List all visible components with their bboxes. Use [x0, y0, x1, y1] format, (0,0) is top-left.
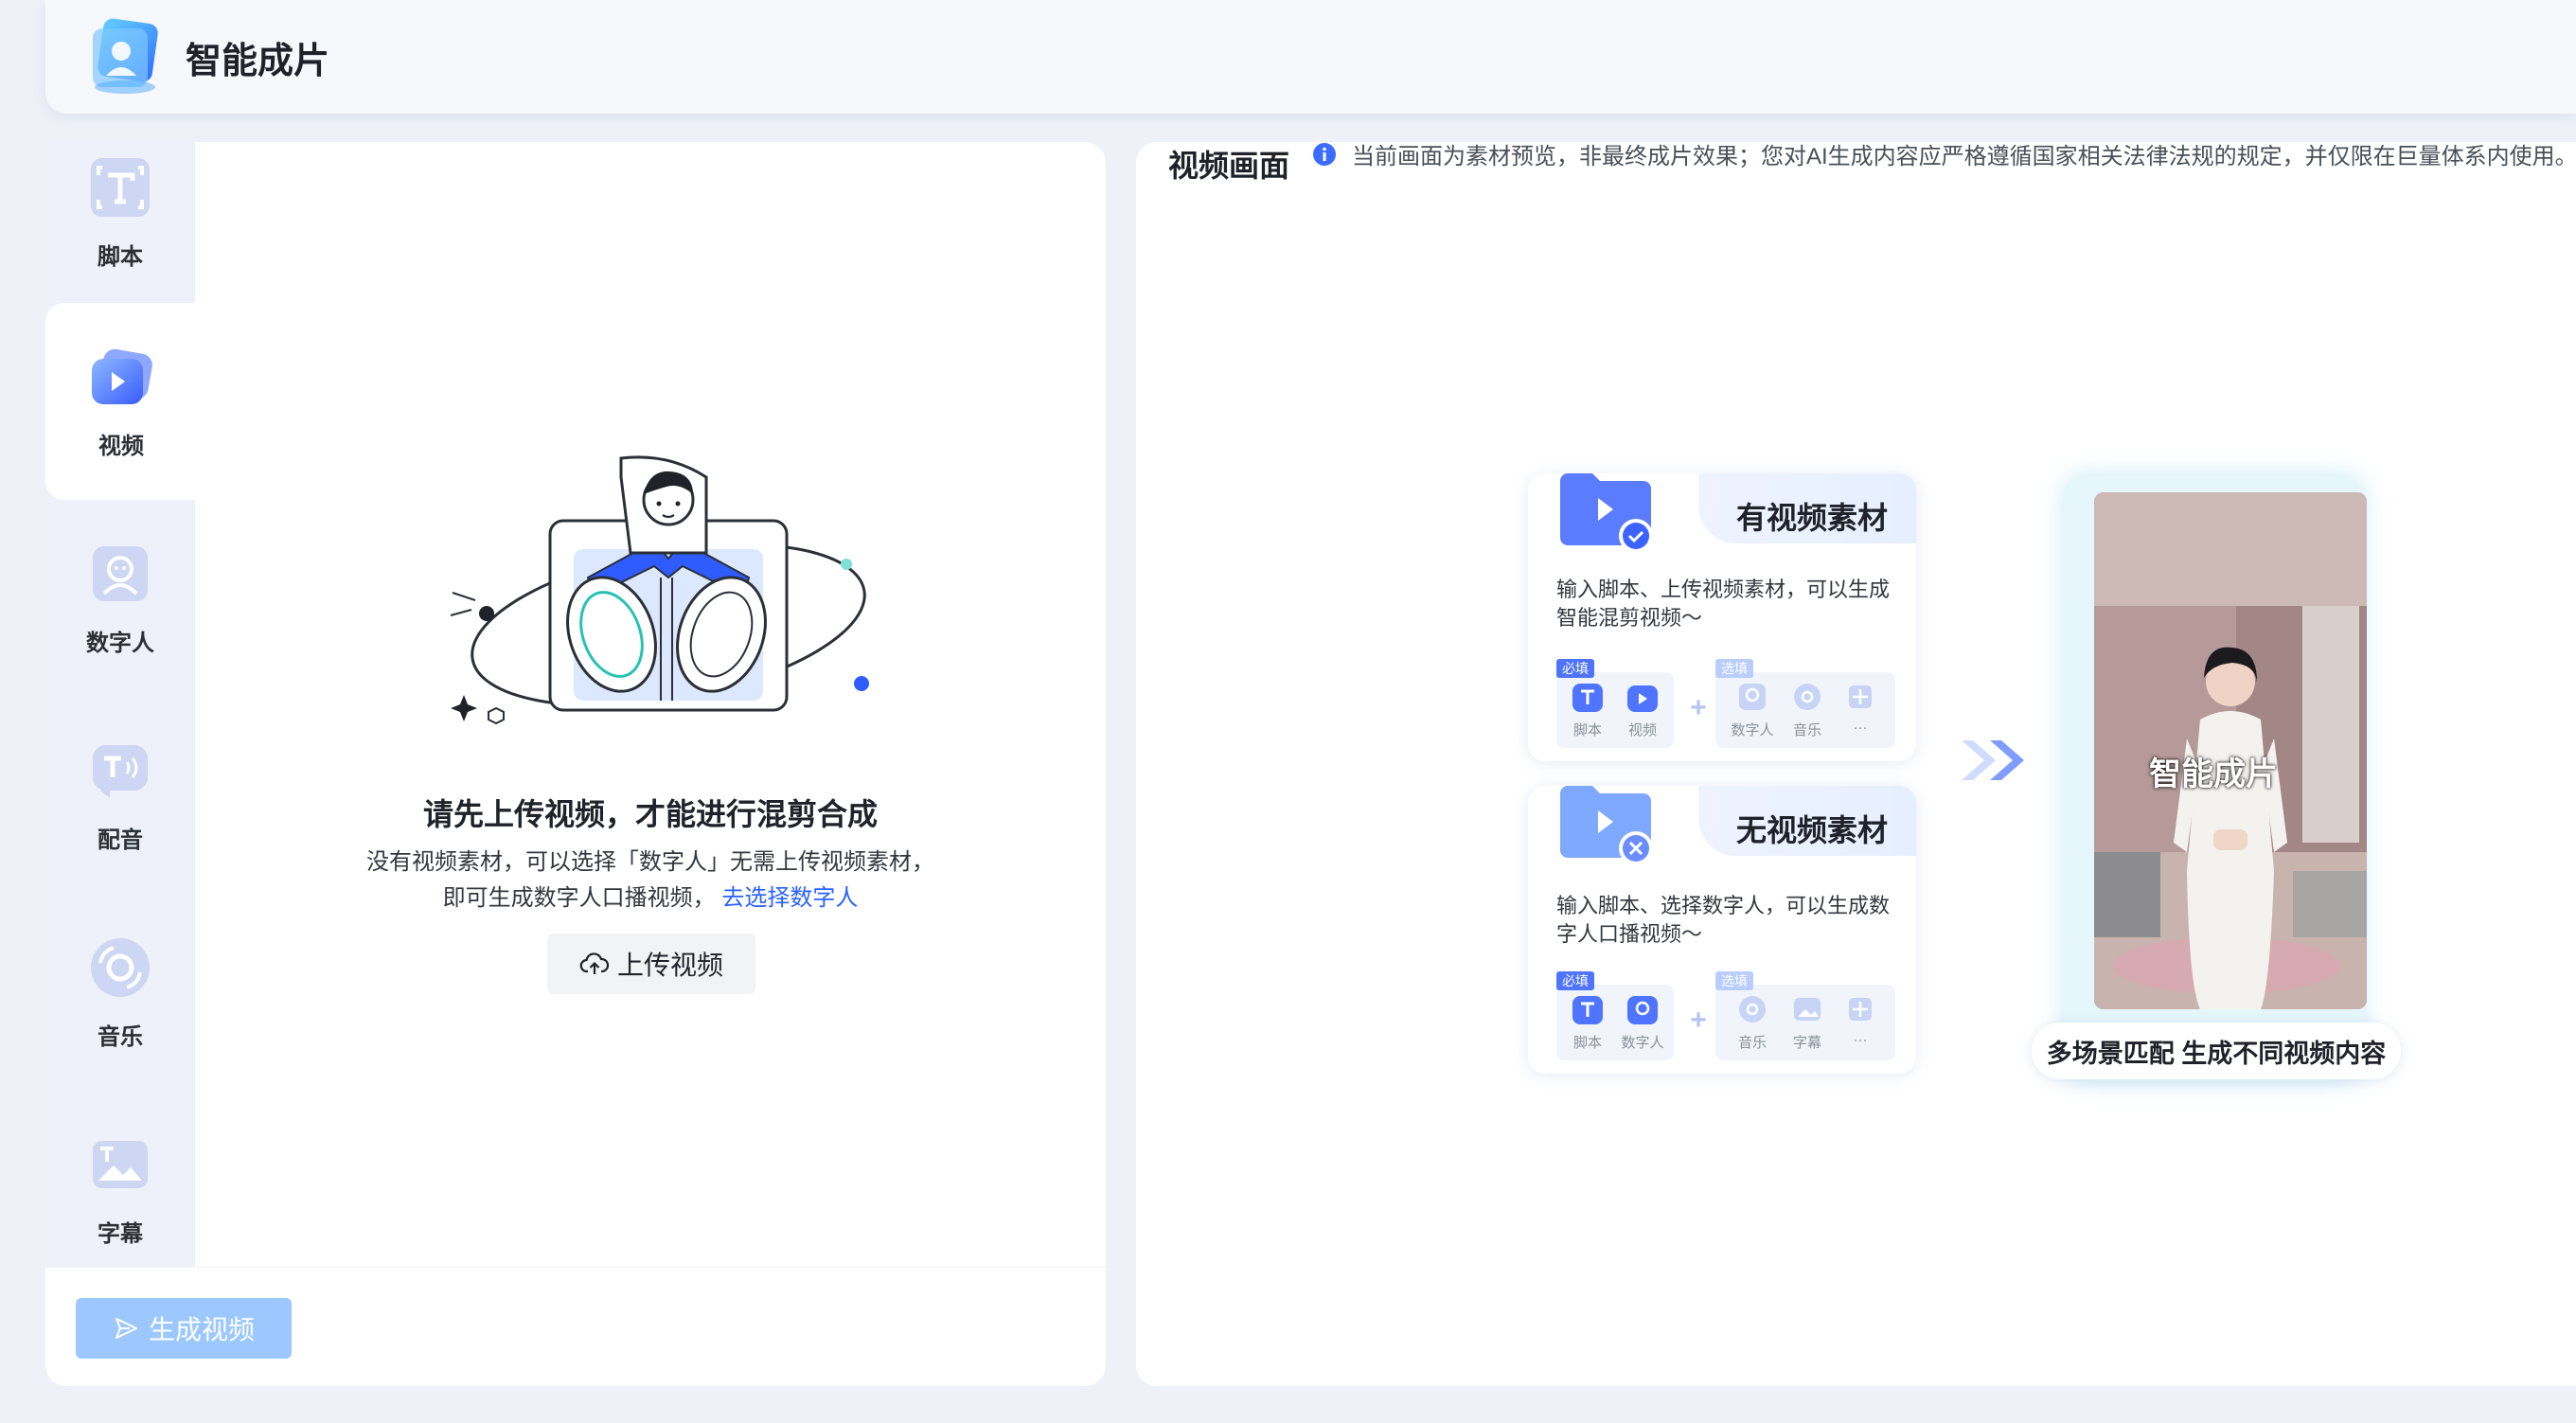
sidebar-item-dubbing[interactable]: 配音: [45, 697, 195, 894]
card-title: 有视频素材: [1735, 501, 1888, 535]
video-folder-check-icon: [1560, 473, 1653, 553]
send-icon: [115, 1318, 137, 1339]
card-with-video: 有视频素材 输入脚本、上传视频素材，可以生成智能混剪视频～ 必填 脚本 视频 +…: [1528, 473, 1916, 761]
video-folder-cross-icon: [1560, 786, 1653, 865]
sidebar-item-label: 配音: [98, 827, 143, 853]
chip-label: 音乐: [1792, 722, 1821, 738]
card-description: 输入脚本、上传视频素材，可以生成智能混剪视频～: [1556, 578, 1891, 630]
empty-state-description: 没有视频素材，可以选择「数字人」无需上传视频素材， 即可生成数字人口播视频， 去…: [195, 845, 1106, 916]
card-description: 输入脚本、选择数字人，可以生成数字人口播视频～: [1556, 894, 1891, 946]
app-root: 智能成片 脚本 视频 数字人 配音 音乐 字幕 请先上传视频，才能进行混剪合成 …: [0, 0, 2576, 1423]
sidebar-item-label: 音乐: [98, 1023, 143, 1050]
subtitle-icon: [1794, 998, 1821, 1021]
optional-slot: 选填 数字人 音乐 ···: [1715, 659, 1895, 748]
chip-video: 视频: [1619, 680, 1666, 739]
required-tag: 必填: [1556, 659, 1594, 678]
more-grid-icon: [1849, 685, 1872, 708]
sidebar-item-label: 视频: [98, 433, 144, 459]
optional-tag: 选填: [1715, 971, 1753, 990]
chip-more: ···: [1837, 992, 1884, 1048]
script-icon: [1572, 996, 1603, 1024]
app-title: 智能成片: [186, 41, 330, 81]
script-icon: [1572, 684, 1603, 712]
preview-subtitle: 多场景匹配 生成不同视频内容: [2032, 1023, 2401, 1079]
plus-icon: +: [1690, 1005, 1707, 1036]
required-tag: 必填: [1556, 971, 1594, 990]
app-logo-icon: [93, 18, 158, 94]
card-without-video: 无视频素材 输入脚本、选择数字人，可以生成数字人口播视频～ 必填 脚本 数字人 …: [1528, 786, 1916, 1074]
chip-more: ···: [1837, 680, 1884, 736]
chip-label: 脚本: [1572, 722, 1602, 738]
script-icon: [91, 157, 150, 217]
digital-human-icon: [1739, 684, 1766, 710]
double-chevron-right-icon: [1962, 740, 2024, 780]
video-preview-panel: 视频画面 当前画面为素材预览，非最终成片效果；您对AI生成内容应严格遵循国家相关…: [1136, 142, 2576, 1386]
preview-image-caption: 智能成片: [2149, 756, 2278, 792]
sidebar-item-subtitle[interactable]: 字幕: [45, 1091, 195, 1288]
chip-label: 字幕: [1792, 1035, 1821, 1051]
music-icon: [1794, 684, 1821, 710]
cloud-upload-icon: [579, 952, 610, 974]
sidebar: 脚本 视频 数字人 配音 音乐 字幕: [45, 142, 197, 1267]
video-icon: [92, 348, 152, 404]
chip-label: ···: [1853, 720, 1868, 736]
chip-script: 脚本: [1564, 680, 1611, 739]
digital-human-icon: [1627, 996, 1658, 1024]
plus-icon: +: [1690, 692, 1707, 723]
empty-state-title: 请先上传视频，才能进行混剪合成: [422, 797, 878, 831]
chip-digital-human: 数字人: [1619, 992, 1666, 1052]
sidebar-item-label: 数字人: [86, 630, 154, 656]
video-icon: [1627, 685, 1658, 712]
required-slot: 必填 脚本 数字人: [1556, 971, 1674, 1060]
video-upload-panel: 请先上传视频，才能进行混剪合成 没有视频素材，可以选择「数字人」无需上传视频素材…: [195, 142, 1106, 1267]
required-slot: 必填 脚本 视频: [1556, 659, 1674, 748]
empty-desc-line2-wrap: 即可生成数字人口播视频， 去选择数字人: [195, 880, 1106, 916]
chip-label: 数字人: [1731, 722, 1774, 738]
optional-tag: 选填: [1715, 659, 1753, 678]
chip-label: 视频: [1627, 722, 1657, 738]
dubbing-icon: [93, 744, 148, 798]
optional-slot: 选填 音乐 字幕 ···: [1715, 971, 1895, 1060]
preview-title: 视频画面: [1168, 149, 1290, 183]
generate-video-label: 生成视频: [148, 1315, 255, 1344]
upload-video-label: 上传视频: [616, 951, 723, 980]
choose-digital-human-link[interactable]: 去选择数字人: [721, 885, 858, 911]
sidebar-item-script[interactable]: 脚本: [45, 114, 195, 311]
empty-desc-line2: 即可生成数字人口播视频，: [442, 885, 716, 911]
generate-video-button[interactable]: 生成视频: [76, 1298, 292, 1359]
empty-desc-line1: 没有视频素材，可以选择「数字人」无需上传视频素材，: [366, 849, 934, 875]
chip-music: 音乐: [1729, 992, 1776, 1052]
chip-label: 音乐: [1737, 1035, 1767, 1051]
preview-notice: 当前画面为素材预览，非最终成片效果；您对AI生成内容应严格遵循国家相关法律法规的…: [1352, 144, 2576, 169]
chip-label: 数字人: [1621, 1035, 1664, 1051]
sidebar-item-label: 脚本: [98, 243, 143, 270]
empty-state-illustration: [450, 455, 869, 725]
upload-video-button[interactable]: 上传视频: [547, 934, 755, 994]
chip-label: ···: [1853, 1032, 1868, 1048]
subtitle-icon: [93, 1140, 148, 1188]
header: 智能成片: [45, 0, 2576, 114]
left-footer: 生成视频: [45, 1267, 1106, 1386]
music-icon: [1739, 996, 1766, 1023]
chip-script: 脚本: [1564, 992, 1611, 1052]
sidebar-item-music[interactable]: 音乐: [45, 894, 195, 1091]
sidebar-item-digital-human[interactable]: 数字人: [45, 500, 195, 697]
chip-digital-human: 数字人: [1729, 680, 1776, 739]
chip-music: 音乐: [1784, 680, 1831, 739]
sidebar-item-video[interactable]: 视频: [45, 303, 197, 500]
chip-subtitle: 字幕: [1784, 992, 1831, 1052]
chip-label: 脚本: [1572, 1035, 1602, 1051]
music-icon: [91, 937, 150, 997]
more-grid-icon: [1849, 998, 1872, 1021]
info-icon: [1313, 143, 1336, 166]
digital-human-icon: [93, 545, 148, 601]
sidebar-item-label: 字幕: [98, 1220, 143, 1247]
card-title: 无视频素材: [1735, 813, 1888, 847]
